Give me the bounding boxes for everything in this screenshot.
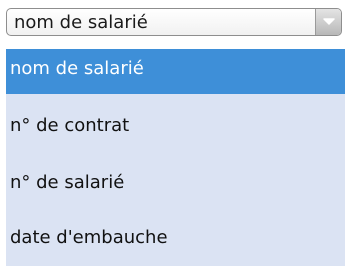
dropdown-list: nom de salarié n° de contrat n° de salar…	[6, 49, 345, 266]
chevron-down-icon	[322, 18, 335, 25]
dropdown-button[interactable]	[315, 9, 341, 35]
combobox-value: nom de salarié	[14, 11, 148, 33]
option-date-d-embauche[interactable]: date d'embauche	[6, 212, 345, 263]
sort-field-combobox[interactable]: nom de salarié	[6, 8, 342, 36]
option-numero-de-contrat[interactable]: n° de contrat	[6, 100, 345, 151]
option-nom-de-salarie[interactable]: nom de salarié	[6, 49, 345, 94]
option-numero-de-salarie[interactable]: n° de salarié	[6, 157, 345, 208]
